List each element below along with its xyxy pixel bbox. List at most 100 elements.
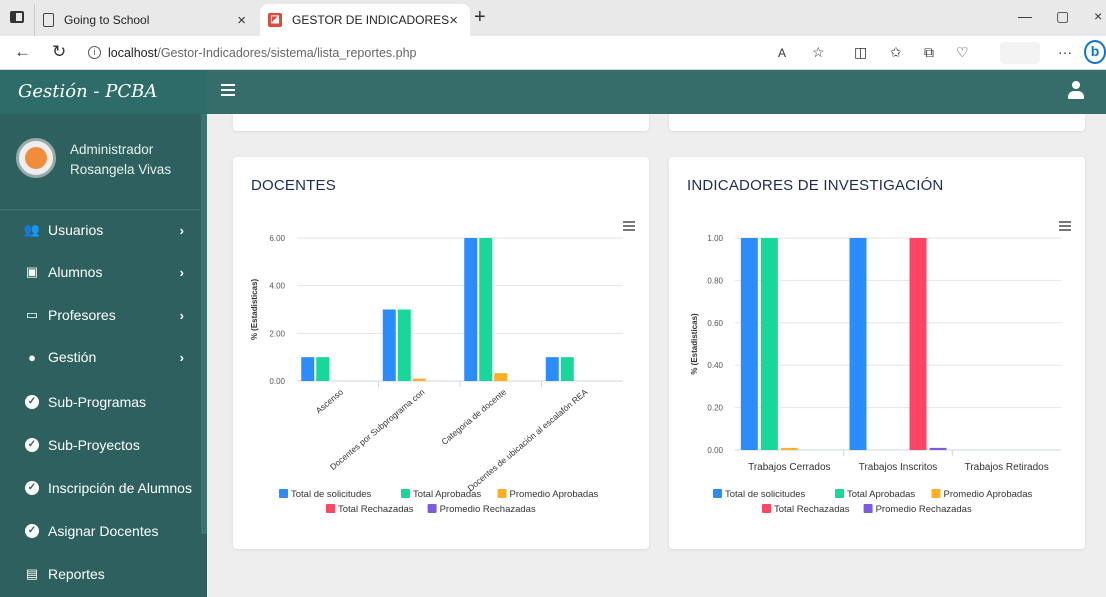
favorites-icon[interactable]: ✩ xyxy=(890,44,902,61)
y-tick-label: 0.00 xyxy=(269,377,285,386)
sidebar-item-label: Profesores xyxy=(48,307,116,323)
legend-swatch xyxy=(931,489,941,498)
y-axis-label: % (Estadisticas) xyxy=(250,278,259,340)
legend-label: Promedio Aprobadas xyxy=(944,489,1033,500)
url-host: localhost xyxy=(108,46,158,60)
legend-swatch xyxy=(835,489,844,498)
profile-avatar[interactable] xyxy=(1000,42,1040,64)
sidebar-item-inscripcion[interactable]: ✓ Inscripción de Alumnos xyxy=(0,468,200,508)
legend-label: Total Aprobadas xyxy=(847,489,915,500)
x-tick-label: Ascenso xyxy=(314,387,346,416)
y-tick-label: 0.20 xyxy=(707,404,723,413)
address-bar: ← ↻ i localhost/Gestor-Indicadores/siste… xyxy=(0,36,1106,70)
browser-tab-gestor[interactable]: ◪ GESTOR DE INDICADORES × xyxy=(260,4,470,36)
read-aloud-icon[interactable]: A xyxy=(778,46,786,60)
new-tab-button[interactable]: + xyxy=(474,6,486,29)
x-tick-label: Trabajos Inscritos xyxy=(859,462,938,473)
minimize-button[interactable]: — xyxy=(1018,8,1032,24)
bar xyxy=(780,447,798,450)
url-field[interactable]: localhost/Gestor-Indicadores/sistema/lis… xyxy=(108,46,417,60)
close-window-button[interactable]: × xyxy=(1094,8,1102,24)
x-tick-label: Docentes por Subprograma con xyxy=(328,387,427,472)
sidebar-item-label: Reportes xyxy=(48,566,105,582)
bar xyxy=(301,357,315,381)
sidebar-item-label: Alumnos xyxy=(48,264,103,280)
bar xyxy=(412,378,426,381)
legend-swatch xyxy=(401,489,410,498)
sidebar-item-gestion[interactable]: ● Gestión › xyxy=(0,337,200,377)
browser-tab-going-to-school[interactable]: Going to School × xyxy=(34,4,258,36)
bar xyxy=(479,238,493,381)
investigacion-chart: 0.00 0.20 0.40 0.60 0.80 1.00 % (Estadisticas)… xyxy=(690,234,1061,515)
legend-label: Promedio Rechazadas xyxy=(440,504,536,515)
chevron-right-icon: › xyxy=(179,307,184,323)
chevron-right-icon: › xyxy=(179,264,184,280)
y-axis-label: % (Estadisticas) xyxy=(690,313,699,375)
tab-close-button[interactable]: × xyxy=(237,12,246,29)
refresh-icon[interactable]: ↻ xyxy=(52,42,66,62)
bar xyxy=(560,357,574,381)
restore-button[interactable]: ▢ xyxy=(1056,8,1069,25)
collections-icon[interactable]: ⧉ xyxy=(924,44,934,61)
sidebar-item-profesores[interactable]: ▭ Profesores › xyxy=(0,295,200,335)
sidebar-item-alumnos[interactable]: ▣ Alumnos › xyxy=(0,252,200,292)
browser-tab-bar: Going to School × ◪ GESTOR DE INDICADORE… xyxy=(0,0,1106,36)
pdf-icon: ▤ xyxy=(25,566,39,581)
sidebar-item-reportes[interactable]: ▤ Reportes xyxy=(0,554,200,594)
site-info-icon[interactable]: i xyxy=(88,46,101,59)
back-icon[interactable]: ← xyxy=(14,42,31,62)
sidebar-item-label: Sub-Programas xyxy=(48,394,147,410)
user-icon: ● xyxy=(28,349,36,365)
card-top-left xyxy=(233,114,649,131)
check-circle-icon: ✓ xyxy=(25,438,39,452)
legend-swatch xyxy=(863,504,873,513)
chevron-right-icon: › xyxy=(179,349,184,365)
hamburger-menu-icon[interactable] xyxy=(221,84,235,96)
sidebar-item-label: Sub-Proyectos xyxy=(48,437,140,453)
bar xyxy=(740,238,758,450)
bar xyxy=(316,357,330,381)
sidebar-item-sub-programas[interactable]: ✓ Sub-Programas xyxy=(0,382,200,422)
sidebar-item-usuarios[interactable]: 👥 Usuarios › xyxy=(0,210,200,250)
tab-close-button[interactable]: × xyxy=(449,12,458,29)
bing-chat-icon[interactable]: b xyxy=(1084,40,1106,64)
bar xyxy=(849,238,867,450)
sidebar-item-sub-proyectos[interactable]: ✓ Sub-Proyectos xyxy=(0,425,200,465)
x-tick-label: Categoria de docente xyxy=(439,387,508,447)
split-screen-icon[interactable]: ◫ xyxy=(854,44,867,61)
bar xyxy=(929,447,947,450)
y-tick-label: 4.00 xyxy=(269,282,285,291)
legend-swatch xyxy=(326,504,335,513)
legend-swatch xyxy=(762,504,771,513)
tab-title: GESTOR DE INDICADORES xyxy=(292,13,450,27)
x-tick-label: Trabajos Cerrados xyxy=(748,462,830,473)
y-tick-label: 6.00 xyxy=(269,234,285,243)
bar xyxy=(494,373,508,381)
app-brand[interactable]: Gestión - PCBA xyxy=(0,70,207,114)
tab-actions-icon[interactable] xyxy=(10,11,24,23)
legend-swatch xyxy=(713,489,722,498)
docentes-card: DOCENTES 0.00 2.00 4.00 6.00% (Estadisticas… xyxy=(233,157,649,549)
more-menu-icon[interactable]: ··· xyxy=(1058,44,1072,60)
y-tick-label: 0.40 xyxy=(707,361,723,370)
chevron-right-icon: › xyxy=(179,222,184,238)
bar xyxy=(382,309,396,381)
bar xyxy=(760,238,778,450)
x-tick-label: Trabajos Retirados xyxy=(965,462,1049,473)
favorite-star-icon[interactable]: ☆ xyxy=(812,44,825,61)
legend-swatch xyxy=(427,504,437,513)
check-circle-icon: ✓ xyxy=(25,395,39,409)
avatar xyxy=(16,138,56,178)
user-account-icon[interactable] xyxy=(1068,81,1084,101)
check-circle-icon: ✓ xyxy=(25,524,39,538)
legend-label: Total de solicitudes xyxy=(291,489,372,500)
document-icon xyxy=(43,13,54,27)
legend-swatch xyxy=(279,489,288,498)
card-top-right xyxy=(669,114,1085,131)
sidebar-item-asignar-docentes[interactable]: ✓ Asignar Docentes xyxy=(0,511,200,551)
user-role: Administrador xyxy=(70,142,154,157)
legend-label: Total Rechazadas xyxy=(338,504,414,515)
extensions-icon[interactable]: ♡ xyxy=(956,44,969,61)
y-tick-label: 2.00 xyxy=(269,329,285,338)
check-circle-icon: ✓ xyxy=(25,481,39,495)
